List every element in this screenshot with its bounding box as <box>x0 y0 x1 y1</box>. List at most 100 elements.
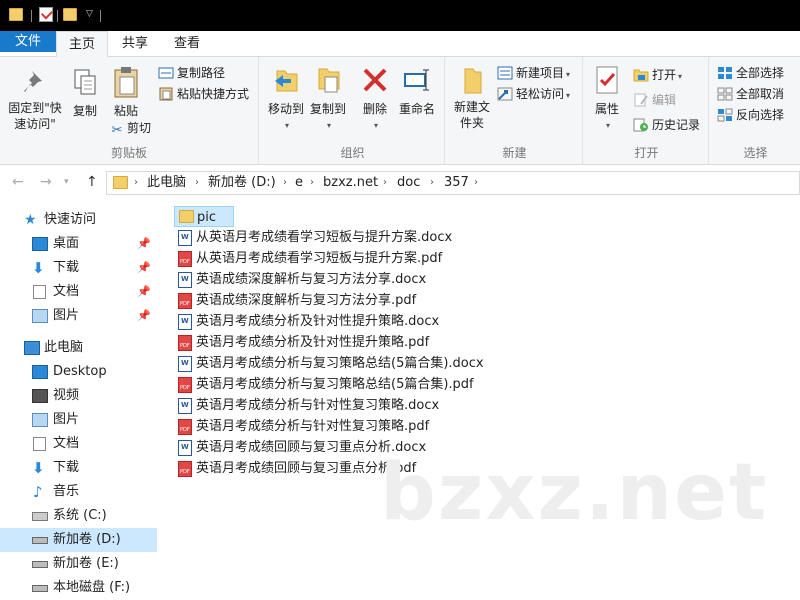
copy-to-button[interactable]: 复制到 ▾ <box>307 65 349 131</box>
breadcrumb-separator-icon[interactable]: › <box>283 172 287 194</box>
rename-button[interactable]: 重命名 <box>395 65 439 117</box>
recent-locations-chevron-icon[interactable]: ▾ <box>64 177 69 187</box>
sidebar-item-music[interactable]: ♪ 音乐 <box>0 480 157 504</box>
pin-icon[interactable]: 📌 <box>137 304 151 328</box>
move-to-icon <box>275 70 298 92</box>
sidebar-item-drive-e[interactable]: 新加卷 (E:) <box>0 552 157 576</box>
open-group-label: 打开 <box>634 146 659 160</box>
open-group: 属性 ▾ 打开 ▾ 编辑 历史记录 打开 <box>585 57 709 165</box>
folder-icon <box>113 176 128 189</box>
tab-view[interactable]: 查看 <box>162 31 212 57</box>
sidebar-item-downloads[interactable]: ⬇ 下载 📌 <box>0 256 157 280</box>
new-folder-label: 新建文件夹 <box>453 100 490 130</box>
breadcrumb-item[interactable]: 357 <box>444 172 469 194</box>
paste-shortcut-label: 粘贴快捷方式 <box>177 87 250 101</box>
new-folder-icon[interactable] <box>63 8 77 21</box>
copy-path-button[interactable]: 复制路径 <box>158 63 225 83</box>
desktop-icon <box>32 365 48 379</box>
sidebar-item-downloads-pc[interactable]: ⬇ 下载 <box>0 456 157 480</box>
word-document-icon <box>178 356 192 372</box>
breadcrumb-item[interactable]: bzxz.net <box>323 172 378 194</box>
new-folder-icon <box>464 68 482 94</box>
copy-to-label: 复制到 <box>309 102 346 116</box>
paste-label: 粘贴 <box>113 104 138 118</box>
open-button[interactable]: 打开 ▾ <box>633 65 682 85</box>
copy-button[interactable]: 复制 <box>68 67 102 119</box>
breadcrumb-separator-icon[interactable]: › <box>310 172 314 194</box>
paste-shortcut-button[interactable]: 粘贴快捷方式 <box>158 84 249 104</box>
pdf-document-icon <box>178 377 192 393</box>
customize-toolbar-chevron-icon[interactable]: ▽ <box>86 9 93 19</box>
sidebar-item-quick-access[interactable]: ★ 快速访问 <box>0 208 157 232</box>
cut-button[interactable]: ✂ 剪切 <box>110 118 151 138</box>
edit-button[interactable]: 编辑 <box>633 90 676 110</box>
sidebar-item-this-pc[interactable]: 此电脑 <box>0 336 157 360</box>
breadcrumb-separator-icon[interactable]: › <box>474 172 478 194</box>
sidebar-item-documents-pc[interactable]: 文档 <box>0 432 157 456</box>
breadcrumb-separator-icon[interactable]: › <box>383 172 387 194</box>
easy-access-label: 轻松访问 <box>516 87 565 101</box>
navigation-pane: ★ 快速访问 桌面 📌 ⬇ 下载 📌 文档 📌 图片 📌 此电脑 Desktop… <box>0 200 157 600</box>
history-button[interactable]: 历史记录 <box>633 115 700 135</box>
tab-share[interactable]: 共享 <box>110 31 160 57</box>
address-bar[interactable]: › 此电脑 › 新加卷 (D:) › e › bzxz.net › doc › … <box>106 171 800 195</box>
select-none-button[interactable]: 全部取消 <box>717 84 784 104</box>
file-name: 英语月考成绩分析与针对性复习策略.pdf <box>196 419 430 434</box>
sidebar-item-videos[interactable]: 视频 <box>0 384 157 408</box>
open-label: 打开 <box>652 68 677 82</box>
sidebar-item-drive-d[interactable]: 新加卷 (D:) <box>0 528 157 552</box>
computer-icon <box>24 341 40 355</box>
breadcrumb-item[interactable]: e <box>295 172 303 194</box>
breadcrumb-separator-icon[interactable]: › <box>430 172 434 194</box>
breadcrumb-item[interactable]: 新加卷 (D:) <box>208 172 276 194</box>
select-all-button[interactable]: 全部选择 <box>717 63 784 83</box>
sidebar-item-label: 桌面 <box>53 236 80 251</box>
breadcrumb-separator-icon[interactable]: › <box>134 172 138 194</box>
ribbon: 固定到"快速访问" 复制 粘贴 复制路径 粘贴快捷方式 ✂ 剪切 剪贴板 移动到… <box>0 57 800 165</box>
back-arrow-icon[interactable]: ← <box>12 174 24 190</box>
list-item[interactable]: pic <box>174 206 234 227</box>
clipboard-group-label: 剪贴板 <box>110 146 147 160</box>
up-arrow-icon[interactable]: ↑ <box>86 174 98 190</box>
pin-icon[interactable]: 📌 <box>137 280 151 304</box>
new-item-button[interactable]: 新建项目 ▾ <box>497 63 570 83</box>
new-item-label: 新建项目 <box>516 66 565 80</box>
music-note-icon: ♪ <box>33 483 43 501</box>
easy-access-button[interactable]: 轻松访问 ▾ <box>497 84 570 104</box>
file-name: 英语月考成绩分析与复习策略总结(5篇合集).docx <box>196 356 484 371</box>
sidebar-item-pictures[interactable]: 图片 📌 <box>0 304 157 328</box>
history-label: 历史记录 <box>652 118 701 132</box>
invert-selection-button[interactable]: 反向选择 <box>717 105 784 125</box>
sidebar-item-pictures-pc[interactable]: 图片 <box>0 408 157 432</box>
picture-icon <box>32 309 48 323</box>
pin-icon[interactable]: 📌 <box>137 256 151 280</box>
new-group-label: 新建 <box>502 146 527 160</box>
breadcrumb-item[interactable]: 此电脑 <box>147 172 186 194</box>
system-drive-icon <box>32 512 48 521</box>
properties-check-icon[interactable] <box>39 7 53 22</box>
sidebar-item-label: 下载 <box>53 260 80 275</box>
folder-icon[interactable] <box>9 8 23 21</box>
sidebar-item-desktop-pc[interactable]: Desktop <box>0 360 157 384</box>
tab-home[interactable]: 主页 <box>56 31 108 58</box>
move-to-button[interactable]: 移动到 ▾ <box>265 65 307 131</box>
tab-file[interactable]: 文件 <box>0 31 56 52</box>
forward-arrow-icon[interactable]: → <box>40 174 52 190</box>
file-list: pic 从英语月考成绩看学习短板与提升方案.docx 从英语月考成绩看学习短板与… <box>170 204 790 600</box>
sidebar-item-desktop[interactable]: 桌面 📌 <box>0 232 157 256</box>
sidebar-item-drive-f[interactable]: 本地磁盘 (F:) <box>0 576 157 600</box>
delete-button[interactable]: 删除 ▾ <box>357 65 393 131</box>
pin-icon[interactable]: 📌 <box>137 232 151 256</box>
folder-icon <box>179 210 194 223</box>
sidebar-item-drive-c[interactable]: 系统 (C:) <box>0 504 157 528</box>
properties-button[interactable]: 属性 ▾ <box>589 65 625 131</box>
breadcrumb-item[interactable]: doc <box>397 172 420 194</box>
new-folder-button[interactable]: 新建文件夹 <box>449 65 495 131</box>
sidebar-item-documents[interactable]: 文档 📌 <box>0 280 157 304</box>
edit-label: 编辑 <box>652 93 677 107</box>
pin-quick-access-button[interactable]: 固定到"快速访问" <box>4 67 66 132</box>
breadcrumb-separator-icon[interactable]: › <box>195 172 199 194</box>
navigation-bar: ← → ▾ ↑ › 此电脑 › 新加卷 (D:) › e › bzxz.net … <box>0 166 800 200</box>
paste-button[interactable]: 粘贴 <box>108 65 144 119</box>
file-name: 英语成绩深度解析与复习方法分享.pdf <box>196 293 417 308</box>
